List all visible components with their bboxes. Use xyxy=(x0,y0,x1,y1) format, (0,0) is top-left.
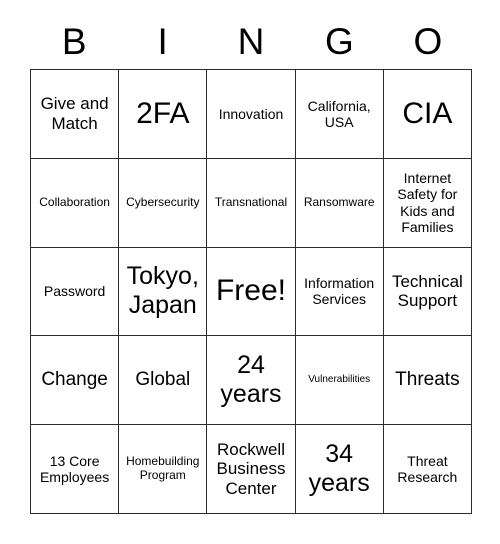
bingo-cell[interactable]: Give and Match xyxy=(31,70,120,159)
bingo-cell[interactable]: Threat Research xyxy=(383,425,472,514)
bingo-cell-label: Internet Safety for Kids and Families xyxy=(397,170,458,235)
bingo-cell[interactable]: 34 years xyxy=(295,425,384,514)
bingo-cell-label: 13 Core Employees xyxy=(39,452,110,486)
bingo-cell[interactable]: Ransomware xyxy=(295,158,384,248)
bingo-cell-label: 24 years xyxy=(220,351,282,409)
bingo-cell[interactable]: Cybersecurity xyxy=(119,158,208,248)
bingo-cell-label: Threat Research xyxy=(397,452,458,486)
bingo-cell-label: Technical Support xyxy=(391,271,463,311)
bingo-cell[interactable]: Transnational xyxy=(207,158,296,248)
bingo-cell-label: 2FA xyxy=(136,96,190,130)
bingo-cell-label: Rockwell Business Center xyxy=(216,439,286,498)
bingo-grid: Give and Match 2FA Innovation California, U… xyxy=(30,69,472,514)
bingo-card: B I N G O Give and Match 2FA Innovation Califor… xyxy=(0,0,500,544)
bingo-header-row: BINGO xyxy=(30,14,472,69)
bingo-cell[interactable]: California, USA xyxy=(295,70,384,159)
bingo-cell-label: Cybersecurity xyxy=(126,194,200,209)
bingo-cell-label: Give and Match xyxy=(40,94,109,133)
bingo-cell[interactable]: Homebuilding Program xyxy=(119,425,208,514)
bingo-header-letter-5: O xyxy=(413,21,443,62)
bingo-cell-label: Global xyxy=(135,369,191,391)
bingo-cell[interactable]: Information Services xyxy=(295,247,384,337)
bingo-cell-label: Password xyxy=(43,283,106,300)
bingo-cell[interactable]: Tokyo, Japan xyxy=(119,247,208,337)
bingo-cell-label: Transnational xyxy=(214,194,288,209)
bingo-cell-label: Homebuilding Program xyxy=(126,454,200,483)
bingo-cell[interactable]: Rockwell Business Center xyxy=(207,425,296,514)
bingo-header-letter-3: N xyxy=(237,21,265,62)
bingo-cell-label: 34 years xyxy=(308,440,370,498)
bingo-cell-label: Ransomware xyxy=(303,194,375,209)
bingo-cell[interactable]: Innovation xyxy=(207,70,296,159)
bingo-cell[interactable]: Internet Safety for Kids and Families xyxy=(383,158,472,248)
bingo-cell[interactable]: CIA xyxy=(383,70,472,159)
bingo-cell[interactable]: Change xyxy=(31,336,120,426)
bingo-cell[interactable]: Free! xyxy=(207,247,296,337)
bingo-header-letter-1: B xyxy=(61,21,87,62)
bingo-cell-label: Vulnerabilities xyxy=(308,374,371,386)
bingo-cell-label: California, USA xyxy=(307,97,371,130)
bingo-cell[interactable]: Collaboration xyxy=(31,158,120,248)
bingo-cell[interactable]: 2FA xyxy=(119,70,208,159)
bingo-cell-label: Change xyxy=(41,369,108,391)
bingo-cell[interactable]: Global xyxy=(119,336,208,426)
bingo-cell-label: Information Services xyxy=(304,275,375,308)
bingo-cell-label: CIA xyxy=(402,96,453,130)
bingo-cell-label: Tokyo, Japan xyxy=(126,262,199,320)
bingo-cell[interactable]: Password xyxy=(31,247,120,337)
bingo-cell[interactable]: 24 years xyxy=(207,336,296,426)
bingo-cell[interactable]: 13 Core Employees xyxy=(31,425,120,514)
bingo-cell-label: Collaboration xyxy=(39,194,110,209)
bingo-cell-label: Threats xyxy=(395,369,460,391)
bingo-cell[interactable]: Threats xyxy=(383,336,472,426)
bingo-header-letter-4: G xyxy=(325,21,354,62)
bingo-cell-label: Free! xyxy=(215,274,286,308)
bingo-cell-label: Innovation xyxy=(218,105,284,122)
bingo-header-letter-2: I xyxy=(157,21,168,62)
bingo-cell[interactable]: Vulnerabilities xyxy=(295,336,384,426)
bingo-cell[interactable]: Technical Support xyxy=(383,247,472,337)
